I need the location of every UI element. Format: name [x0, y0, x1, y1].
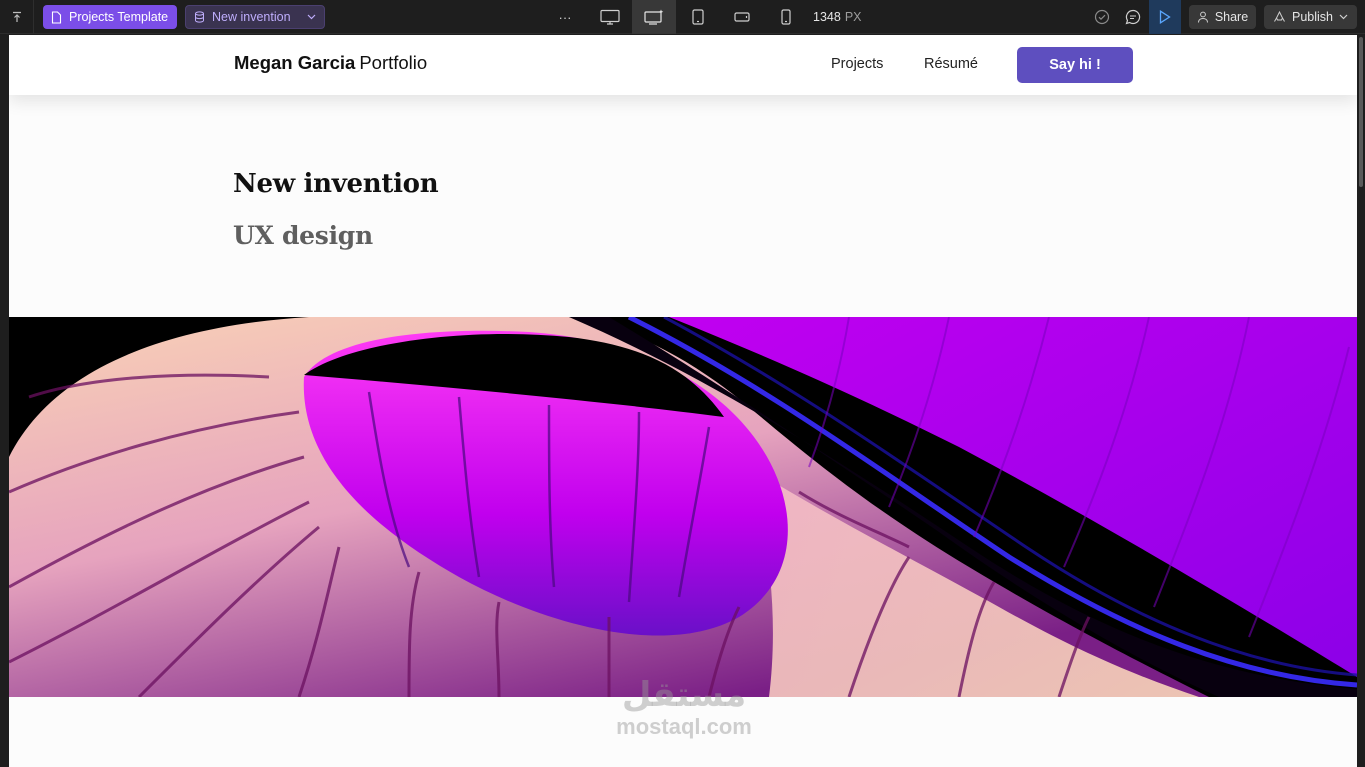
nav-link-resume[interactable]: Résumé	[924, 56, 978, 72]
page-icon	[51, 10, 62, 24]
abstract-purple-sculpture-image	[9, 317, 1357, 697]
project-subtitle: UX design	[233, 221, 373, 250]
brand-suffix: Portfolio	[359, 52, 428, 73]
brand-name: Megan Garcia	[234, 52, 356, 73]
editor-toolbar: Projects Template New invention ··· 1348…	[0, 0, 1365, 34]
mobile-landscape-breakpoint-button[interactable]	[720, 0, 764, 34]
mobile-portrait-icon	[781, 9, 791, 25]
canvas-width-unit: PX	[844, 10, 862, 24]
scrollbar-thumb[interactable]	[1359, 37, 1363, 187]
publish-button[interactable]: Publish	[1264, 5, 1357, 29]
database-icon	[195, 11, 204, 23]
user-icon	[1197, 11, 1208, 23]
comment-icon	[1125, 9, 1141, 25]
say-hi-button[interactable]: Say hi !	[1017, 47, 1133, 83]
desktop-breakpoint-button[interactable]	[588, 0, 632, 34]
chevron-down-icon	[307, 14, 316, 20]
publish-label: Publish	[1292, 10, 1333, 24]
page-selector[interactable]: New invention	[185, 5, 325, 29]
watermark: مستقل mostaql.com	[599, 675, 769, 739]
arrow-up-bar-icon	[12, 11, 21, 22]
design-canvas[interactable]: Megan Garcia Portfolio Projects Résumé Sa…	[9, 35, 1357, 767]
preview-button[interactable]	[1149, 0, 1181, 34]
collapse-toolbar-button[interactable]	[0, 0, 34, 34]
desktop-star-icon	[644, 9, 664, 25]
share-label: Share	[1214, 10, 1249, 24]
check-circle-icon	[1094, 9, 1110, 25]
more-options-button[interactable]: ···	[551, 0, 579, 34]
nav-link-projects[interactable]: Projects	[831, 56, 883, 72]
site-navbar: Megan Garcia Portfolio Projects Résumé Sa…	[9, 35, 1357, 95]
audit-button[interactable]	[1090, 0, 1114, 34]
rocket-icon	[1274, 10, 1285, 22]
tablet-breakpoint-button[interactable]	[676, 0, 720, 34]
watermark-arabic: مستقل	[621, 675, 747, 715]
desktop-base-breakpoint-button[interactable]	[632, 0, 676, 34]
play-icon	[1159, 10, 1171, 24]
project-title: New invention	[233, 169, 439, 199]
watermark-latin: mostaql.com	[616, 714, 752, 739]
share-button[interactable]: Share	[1189, 5, 1256, 29]
canvas-scrollbar[interactable]	[1357, 35, 1365, 767]
comments-button[interactable]	[1121, 0, 1145, 34]
more-label: ···	[558, 9, 572, 25]
project-hero-image	[9, 317, 1357, 697]
mobile-portrait-breakpoint-button[interactable]	[764, 0, 808, 34]
site-brand[interactable]: Megan Garcia Portfolio	[234, 52, 427, 74]
canvas-width-readout[interactable]: 1348 PX	[813, 0, 862, 34]
template-label: Projects Template	[69, 10, 169, 24]
chevron-down-icon	[1339, 14, 1348, 20]
canvas-width-value: 1348	[813, 10, 841, 24]
mobile-landscape-icon	[734, 12, 750, 22]
projects-template-button[interactable]: Projects Template	[43, 5, 177, 29]
page-label: New invention	[212, 10, 291, 24]
desktop-icon	[600, 9, 620, 25]
tablet-icon	[692, 9, 704, 25]
